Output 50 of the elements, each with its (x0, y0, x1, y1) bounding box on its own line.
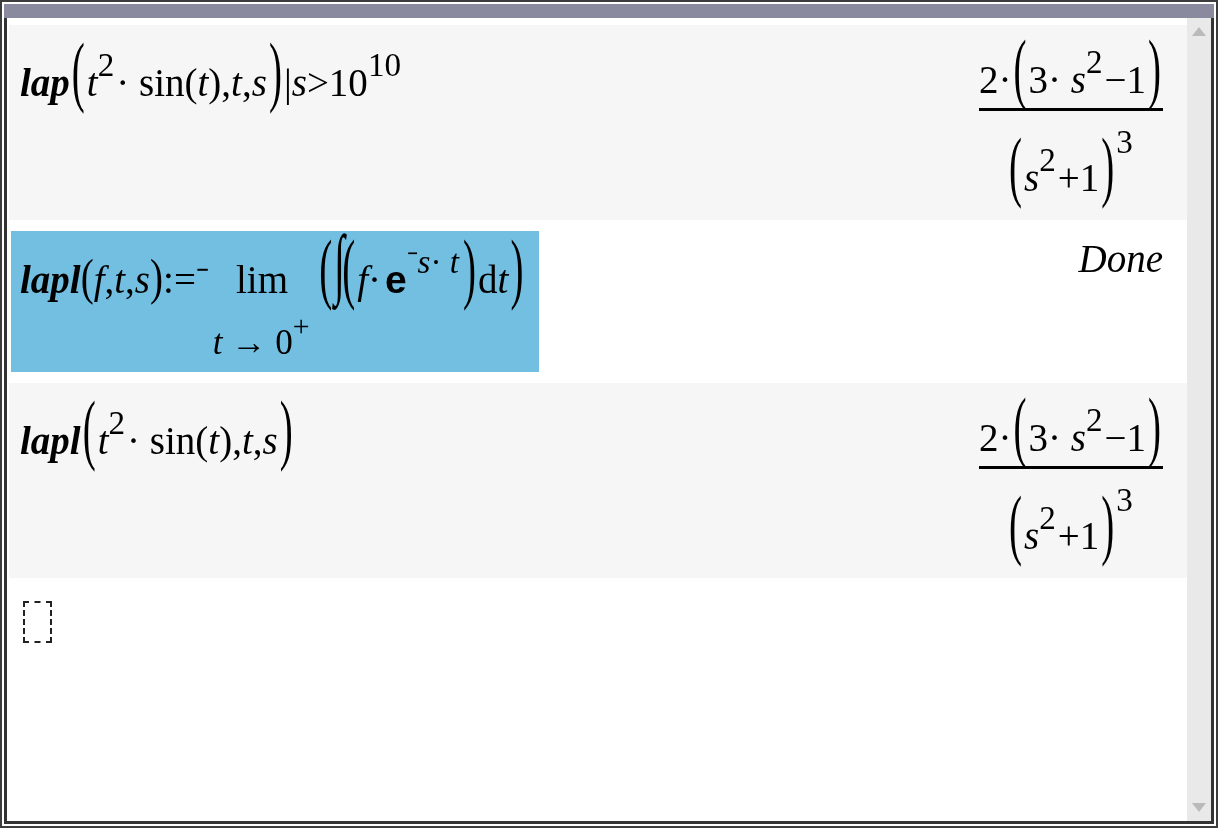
result-message: Done (1078, 237, 1163, 281)
superscript: 2 (1085, 401, 1104, 439)
math-text: t (497, 258, 509, 302)
math-text: s (1024, 156, 1040, 200)
math-text: s (1024, 514, 1040, 558)
math-text: f· (357, 258, 381, 302)
parenthesis: ) (150, 250, 164, 307)
math-text: 2· (979, 58, 1012, 101)
math-text: · sin(t),t,s (116, 61, 267, 104)
constant-symbol: e (384, 258, 407, 302)
parenthesis: ) (1148, 384, 1161, 471)
parenthesis: ) (1148, 26, 1161, 113)
parenthesis: ( (1013, 26, 1027, 113)
function-name: lapl (20, 419, 81, 463)
parenthesis: ( (1009, 124, 1023, 211)
math-text: |s>10 (283, 61, 368, 104)
math-text: d (478, 258, 498, 302)
math-text: :=⁻ (163, 258, 209, 302)
math-text: −1 (1104, 416, 1146, 460)
function-name: lap (20, 61, 70, 104)
math-text: 3· s (1028, 58, 1086, 101)
parenthesis: ) (1101, 124, 1115, 211)
scroll-down-icon[interactable] (1192, 803, 1206, 812)
scrollbar[interactable] (1187, 18, 1211, 821)
math-text: f,t,s (93, 258, 151, 302)
parenthesis: ( (80, 250, 94, 307)
math-text: 3· s (1028, 416, 1086, 460)
math-text: −1 (1104, 58, 1146, 101)
superscript: 2 (1039, 499, 1057, 537)
superscript: 2 (1085, 43, 1104, 81)
function-name: lapl (20, 258, 81, 302)
parenthesis: ( (1009, 482, 1023, 569)
parenthesis: ) (1101, 482, 1115, 569)
math-text: 2· (979, 416, 1012, 460)
superscript: 2 (1039, 141, 1057, 179)
math-text: +1 (1057, 514, 1100, 558)
superscript: 10 (367, 46, 402, 84)
input-field[interactable] (23, 601, 52, 644)
math-text: t (86, 61, 98, 104)
math-text: t (97, 419, 109, 463)
parenthesis: ( (1013, 384, 1027, 471)
math-text: · sin(t),t,s (127, 419, 278, 463)
math-text: +1 (1057, 156, 1100, 200)
superscript: 3 (1116, 123, 1134, 160)
superscript: + (292, 309, 311, 343)
superscript: ⁻s· t (406, 243, 461, 281)
math-text: t → 0 (212, 323, 293, 363)
scroll-up-icon[interactable] (1192, 27, 1206, 36)
superscript: 3 (1116, 481, 1134, 519)
limit-operator: lim (236, 257, 289, 303)
